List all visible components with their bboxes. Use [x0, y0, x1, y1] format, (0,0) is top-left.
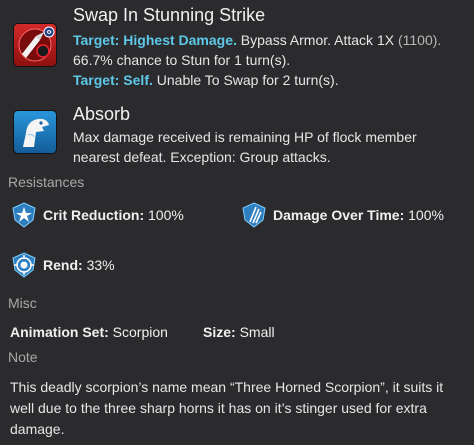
note-line: This deadly scorpion’s name mean “Three …: [10, 379, 444, 395]
ability-line: 66.7% chance to Stun for 1 turn(s).: [73, 50, 473, 70]
ability-line: Max damage received is remaining HP of f…: [73, 129, 417, 145]
section-label-resistances: Resistances: [8, 174, 85, 190]
ability-line: Target: Self. Unable To Swap for 2 turn(…: [73, 70, 473, 90]
resistance-line: Crit Reduction: 100%: [43, 207, 184, 223]
resistance-damage-over-time: Damage Over Time: 100%: [241, 202, 444, 228]
ability-title-stunning-strike: Swap In Stunning Strike: [73, 5, 266, 25]
section-label-misc: Misc: [8, 295, 37, 311]
resistance-line: Rend: 33%: [43, 257, 115, 273]
misc-size: Size: Small: [203, 324, 275, 340]
misc-value: Scorpion: [112, 324, 168, 340]
resistance-value: 100%: [408, 207, 444, 223]
resistance-value: 33%: [86, 257, 115, 273]
note-text: This deadly scorpion’s name mean “Three …: [10, 377, 470, 440]
ability-line: Target: Highest Damage. Bypass Armor. At…: [73, 30, 473, 50]
ability-title-absorb: Absorb: [73, 104, 131, 124]
section-label-note: Note: [8, 349, 38, 365]
misc-animation-set: Animation Set: Scorpion: [10, 324, 168, 340]
attack-value: (1100).: [397, 32, 442, 48]
stunning-strike-icon: [14, 24, 56, 66]
absorb-icon: [14, 111, 56, 153]
note-line: damage.: [10, 421, 65, 437]
ability-text: 66.7% chance to Stun for 1 turn(s).: [73, 52, 291, 68]
resistance-label: Damage Over Time:: [273, 207, 405, 223]
resistance-crit-reduction: Crit Reduction: 100%: [11, 202, 184, 228]
misc-label: Size:: [203, 324, 236, 340]
ability-description-stunning-strike: Target: Highest Damage. Bypass Armor. At…: [73, 30, 473, 90]
resistance-label: Rend:: [43, 257, 83, 273]
damage-over-time-icon: [241, 202, 267, 228]
resistance-value: 100%: [148, 207, 184, 223]
ability-line: nearest defeat. Exception: Group attacks…: [73, 149, 331, 165]
ability-description-absorb: Max damage received is remaining HP of f…: [73, 127, 473, 167]
rend-icon: [11, 252, 37, 278]
target-label: Target: Self.: [73, 72, 153, 88]
ability-text: Unable To Swap for 2 turn(s).: [152, 72, 339, 88]
misc-label: Animation Set:: [10, 324, 109, 340]
note-line: well due to the three sharp horns it has…: [10, 400, 427, 416]
misc-value: Small: [239, 324, 275, 340]
resistance-rend: Rend: 33%: [11, 252, 115, 278]
ability-text: Bypass Armor. Attack 1X: [236, 32, 398, 48]
target-label: Target: Highest Damage.: [73, 32, 237, 48]
resistance-line: Damage Over Time: 100%: [273, 207, 444, 223]
crit-reduction-icon: [11, 202, 37, 228]
resistance-label: Crit Reduction:: [43, 207, 145, 223]
